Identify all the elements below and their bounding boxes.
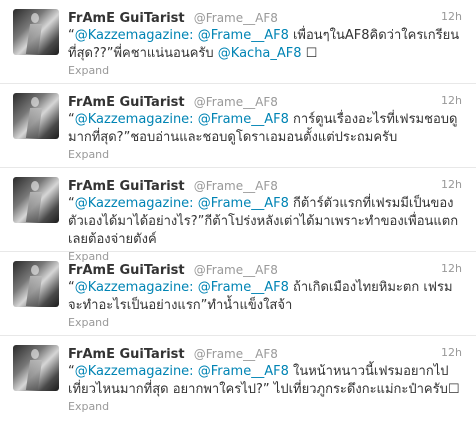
tweet-item[interactable]: FrAmE GuiTarist @Frame__AF8 12h “@Kazzem… xyxy=(0,252,476,336)
quote-mark: “ xyxy=(68,28,75,43)
tweet-fullname[interactable]: FrAmE GuiTarist xyxy=(68,179,185,194)
avatar[interactable] xyxy=(13,93,59,139)
tweet-text: “@Kazzemagazine: @Frame__AF8 การ์ตูนเรื่… xyxy=(68,111,462,147)
tweet-content: FrAmE GuiTarist @Frame__AF8 12h “@Kazzem… xyxy=(68,176,462,264)
tweet-timestamp[interactable]: 12h xyxy=(441,344,462,362)
tweet-item[interactable]: FrAmE GuiTarist @Frame__AF8 12h “@Kazzem… xyxy=(0,168,476,263)
quote-mark: “ xyxy=(68,112,75,127)
tweet-text: “@Kazzemagazine: @Frame__AF8 ถ้าเกิดเมือ… xyxy=(68,279,462,315)
tweet-timestamp[interactable]: 12h xyxy=(441,260,462,278)
tweet-timestamp[interactable]: 12h xyxy=(441,92,462,110)
tweet-mention[interactable]: @Kazzemagazine: @Frame__AF8 xyxy=(75,364,289,379)
tweet-content: FrAmE GuiTarist @Frame__AF8 12h “@Kazzem… xyxy=(68,344,462,414)
tweet-header: FrAmE GuiTarist @Frame__AF8 12h xyxy=(68,176,462,194)
tweet-username[interactable]: @Frame__AF8 xyxy=(194,11,278,25)
tweet-username[interactable]: @Frame__AF8 xyxy=(194,95,278,109)
tweet-fullname[interactable]: FrAmE GuiTarist xyxy=(68,11,185,26)
tweet-timestamp[interactable]: 12h xyxy=(441,8,462,26)
quote-mark: “ xyxy=(68,280,75,295)
tweet-content: FrAmE GuiTarist @Frame__AF8 12h “@Kazzem… xyxy=(68,8,462,78)
tweet-text: “@Kazzemagazine: @Frame__AF8 ในหน้าหนาวน… xyxy=(68,363,462,399)
tweet-mention[interactable]: @Kazzemagazine: @Frame__AF8 xyxy=(75,280,289,295)
tweet-header: FrAmE GuiTarist @Frame__AF8 12h xyxy=(68,260,462,278)
tweet-header: FrAmE GuiTarist @Frame__AF8 12h xyxy=(68,92,462,110)
tweet-item[interactable]: FrAmE GuiTarist @Frame__AF8 12h “@Kazzem… xyxy=(0,84,476,168)
expand-link[interactable]: Expand xyxy=(68,148,462,162)
tweet-text: “@Kazzemagazine: @Frame__AF8 เพื่อนๆในAF… xyxy=(68,27,462,63)
tweet-fullname[interactable]: FrAmE GuiTarist xyxy=(68,263,185,278)
tweet-fullname[interactable]: FrAmE GuiTarist xyxy=(68,95,185,110)
tweet-item[interactable]: FrAmE GuiTarist @Frame__AF8 12h “@Kazzem… xyxy=(0,336,476,420)
tweet-username[interactable]: @Frame__AF8 xyxy=(194,179,278,193)
tweet-content: FrAmE GuiTarist @Frame__AF8 12h “@Kazzem… xyxy=(68,92,462,162)
quote-mark: “ xyxy=(68,364,75,379)
tweet-header: FrAmE GuiTarist @Frame__AF8 12h xyxy=(68,344,462,362)
tweet-item[interactable]: FrAmE GuiTarist @Frame__AF8 12h “@Kazzem… xyxy=(0,0,476,84)
avatar[interactable] xyxy=(13,9,59,55)
avatar[interactable] xyxy=(13,345,59,391)
avatar[interactable] xyxy=(13,177,59,223)
avatar[interactable] xyxy=(13,261,59,307)
tweet-fullname[interactable]: FrAmE GuiTarist xyxy=(68,347,185,362)
tweet-timeline: FrAmE GuiTarist @Frame__AF8 12h “@Kazzem… xyxy=(0,0,476,426)
expand-link[interactable]: Expand xyxy=(68,400,462,414)
quote-mark: “ xyxy=(68,196,75,211)
tweet-content: FrAmE GuiTarist @Frame__AF8 12h “@Kazzem… xyxy=(68,260,462,330)
tweet-mention-secondary[interactable]: @Kacha_AF8 xyxy=(218,46,302,61)
expand-link[interactable]: Expand xyxy=(68,316,462,330)
tweet-username[interactable]: @Frame__AF8 xyxy=(194,347,278,361)
tweet-timestamp[interactable]: 12h xyxy=(441,176,462,194)
tweet-mention[interactable]: @Kazzemagazine: @Frame__AF8 xyxy=(75,28,289,43)
expand-link[interactable]: Expand xyxy=(68,64,462,78)
tweet-tail: ☐ xyxy=(301,46,318,61)
tweet-header: FrAmE GuiTarist @Frame__AF8 12h xyxy=(68,8,462,26)
tweet-mention[interactable]: @Kazzemagazine: @Frame__AF8 xyxy=(75,112,289,127)
tweet-text: “@Kazzemagazine: @Frame__AF8 กีต้าร์ตัวแ… xyxy=(68,195,462,249)
tweet-mention[interactable]: @Kazzemagazine: @Frame__AF8 xyxy=(75,196,289,211)
tweet-username[interactable]: @Frame__AF8 xyxy=(194,263,278,277)
